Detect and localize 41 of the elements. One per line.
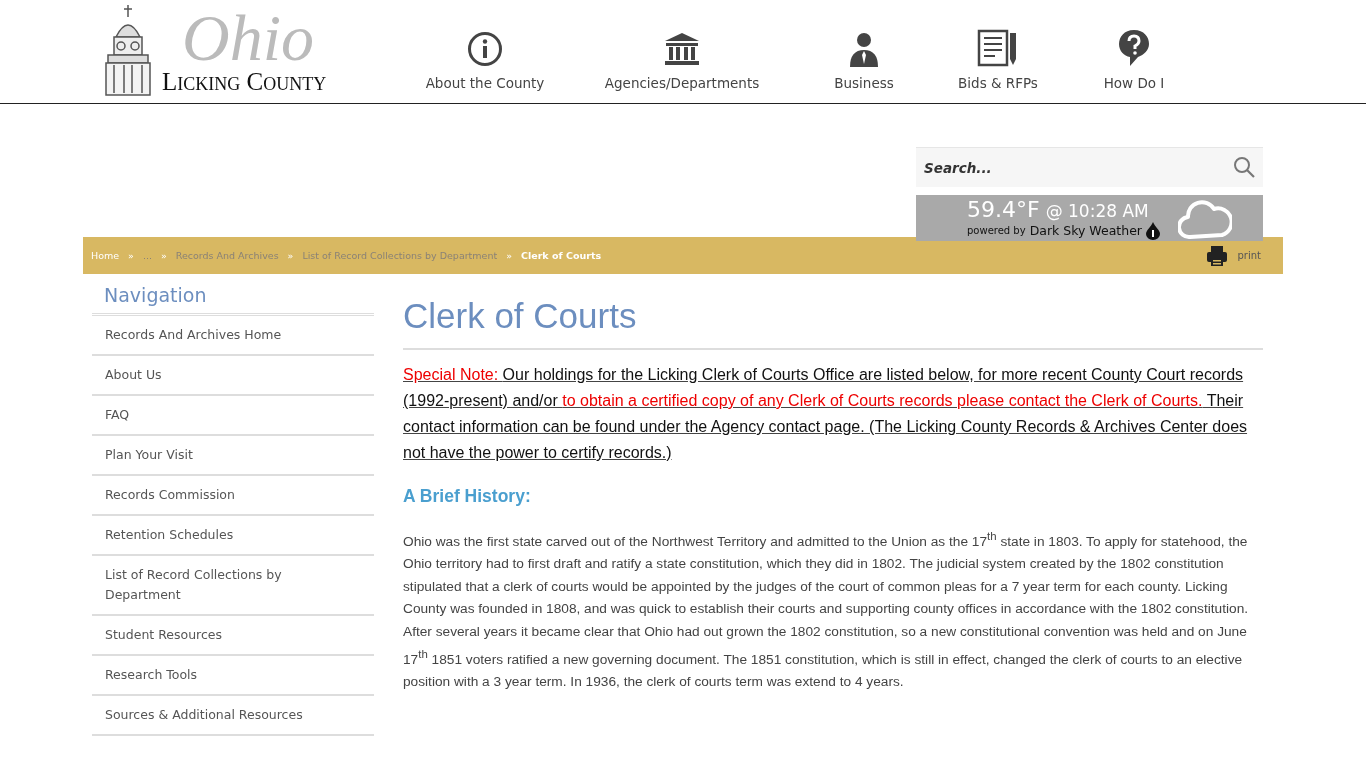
temperature-text: 59.4°F [967,196,1040,222]
history-paragraph: Ohio was the first state carved out of the Northwest Territory and admitted to the Union as the 17$^{th}$ state in 1803. To apply for statehood, the Ohio territory had to first draft and ratify a state constitution, which they did in 1802. The judicial system created by the 1802 constitution stipulated that a clerk of courts would be appointed by the judges of the court of common pleas for a 7 year term for each county. Licking County was founded in 1808, and was quick to establish their courts and supporting county offices in accordance with the 1802 constitution. After several years it became clear that Ohio had out grown the 1802 constitution, so a new constitutional convention was held and on June 17$^{th}$ 1851 voters ratified a new governing document. The 1851 constitution, which is still in effect, changed the clerk of courts to an elective position with a 3 year term. In 1936, the clerk of courts term was extend to 4 years. [403,529,1250,692]
info-icon [467,31,503,67]
breadcrumb-separator: » [160,250,167,261]
person-icon [848,31,880,67]
logo-name-text: Licking County [162,69,327,94]
powered-by-text: powered by [967,225,1026,236]
sidebar-item[interactable]: Sources & Additional Resources [92,696,374,736]
printer-icon [1205,244,1228,267]
top-nav-link[interactable]: About the County [410,0,560,103]
sidebar-item[interactable]: Records Commission [92,476,374,516]
breadcrumb-separator: » [287,250,294,261]
sidebar-item[interactable]: Records And Archives Home [92,316,374,356]
sidebar-item[interactable]: Plan Your Visit [92,436,374,476]
print-link[interactable]: print [1205,244,1261,267]
section-heading: A Brief History: [403,486,532,507]
logo[interactable]: Ohio Licking County [98,3,330,103]
dark-sky-link[interactable]: Dark Sky Weather [1029,223,1142,238]
document-pen-icon [977,29,1019,67]
sidebar-item[interactable]: About Us [92,356,374,396]
question-bubble-icon [1118,29,1150,67]
sidebar-item[interactable]: Research Tools [92,656,374,696]
breadcrumb-separator: » [128,250,134,261]
sidebar-title: Navigation [92,284,374,316]
building-icon [663,31,701,67]
search-icon[interactable] [1233,156,1255,178]
search-field[interactable]: Search... [916,147,1263,187]
weather-time-text: @ 10:28 AM [1045,200,1149,221]
drop-logo-icon [1146,221,1160,240]
top-nav-link[interactable]: How Do I [1074,0,1194,103]
special-note-paragraph: Special Note: Our holdings for the Licking Clerk of Courts Office are listed below, for more recent County Court records (1992-present) and/or to obtain a certified copy of any Clerk of Courts records please contact the Clerk of Courts. Their contact information can be found under the Agency contact page. (The Licking County Records & Archives Center does not have the power to certify records.) [403,365,1249,463]
breadcrumb-separator: » [506,250,512,261]
sidebar-item[interactable]: FAQ [92,396,374,436]
page-title: Clerk of Courts [403,296,1263,350]
sidebar-item[interactable]: Student Resources [92,616,374,656]
top-nav-link[interactable]: Business [804,0,924,103]
sidebar-item[interactable]: Retention Schedules [92,516,374,556]
top-nav-link[interactable]: Agencies/Departments [572,0,792,103]
sidebar-item[interactable]: List of Record Collections by Department [92,556,374,616]
top-nav-link[interactable]: Bids & RFPs [938,0,1058,103]
logo-script-text: Ohio [182,5,314,71]
